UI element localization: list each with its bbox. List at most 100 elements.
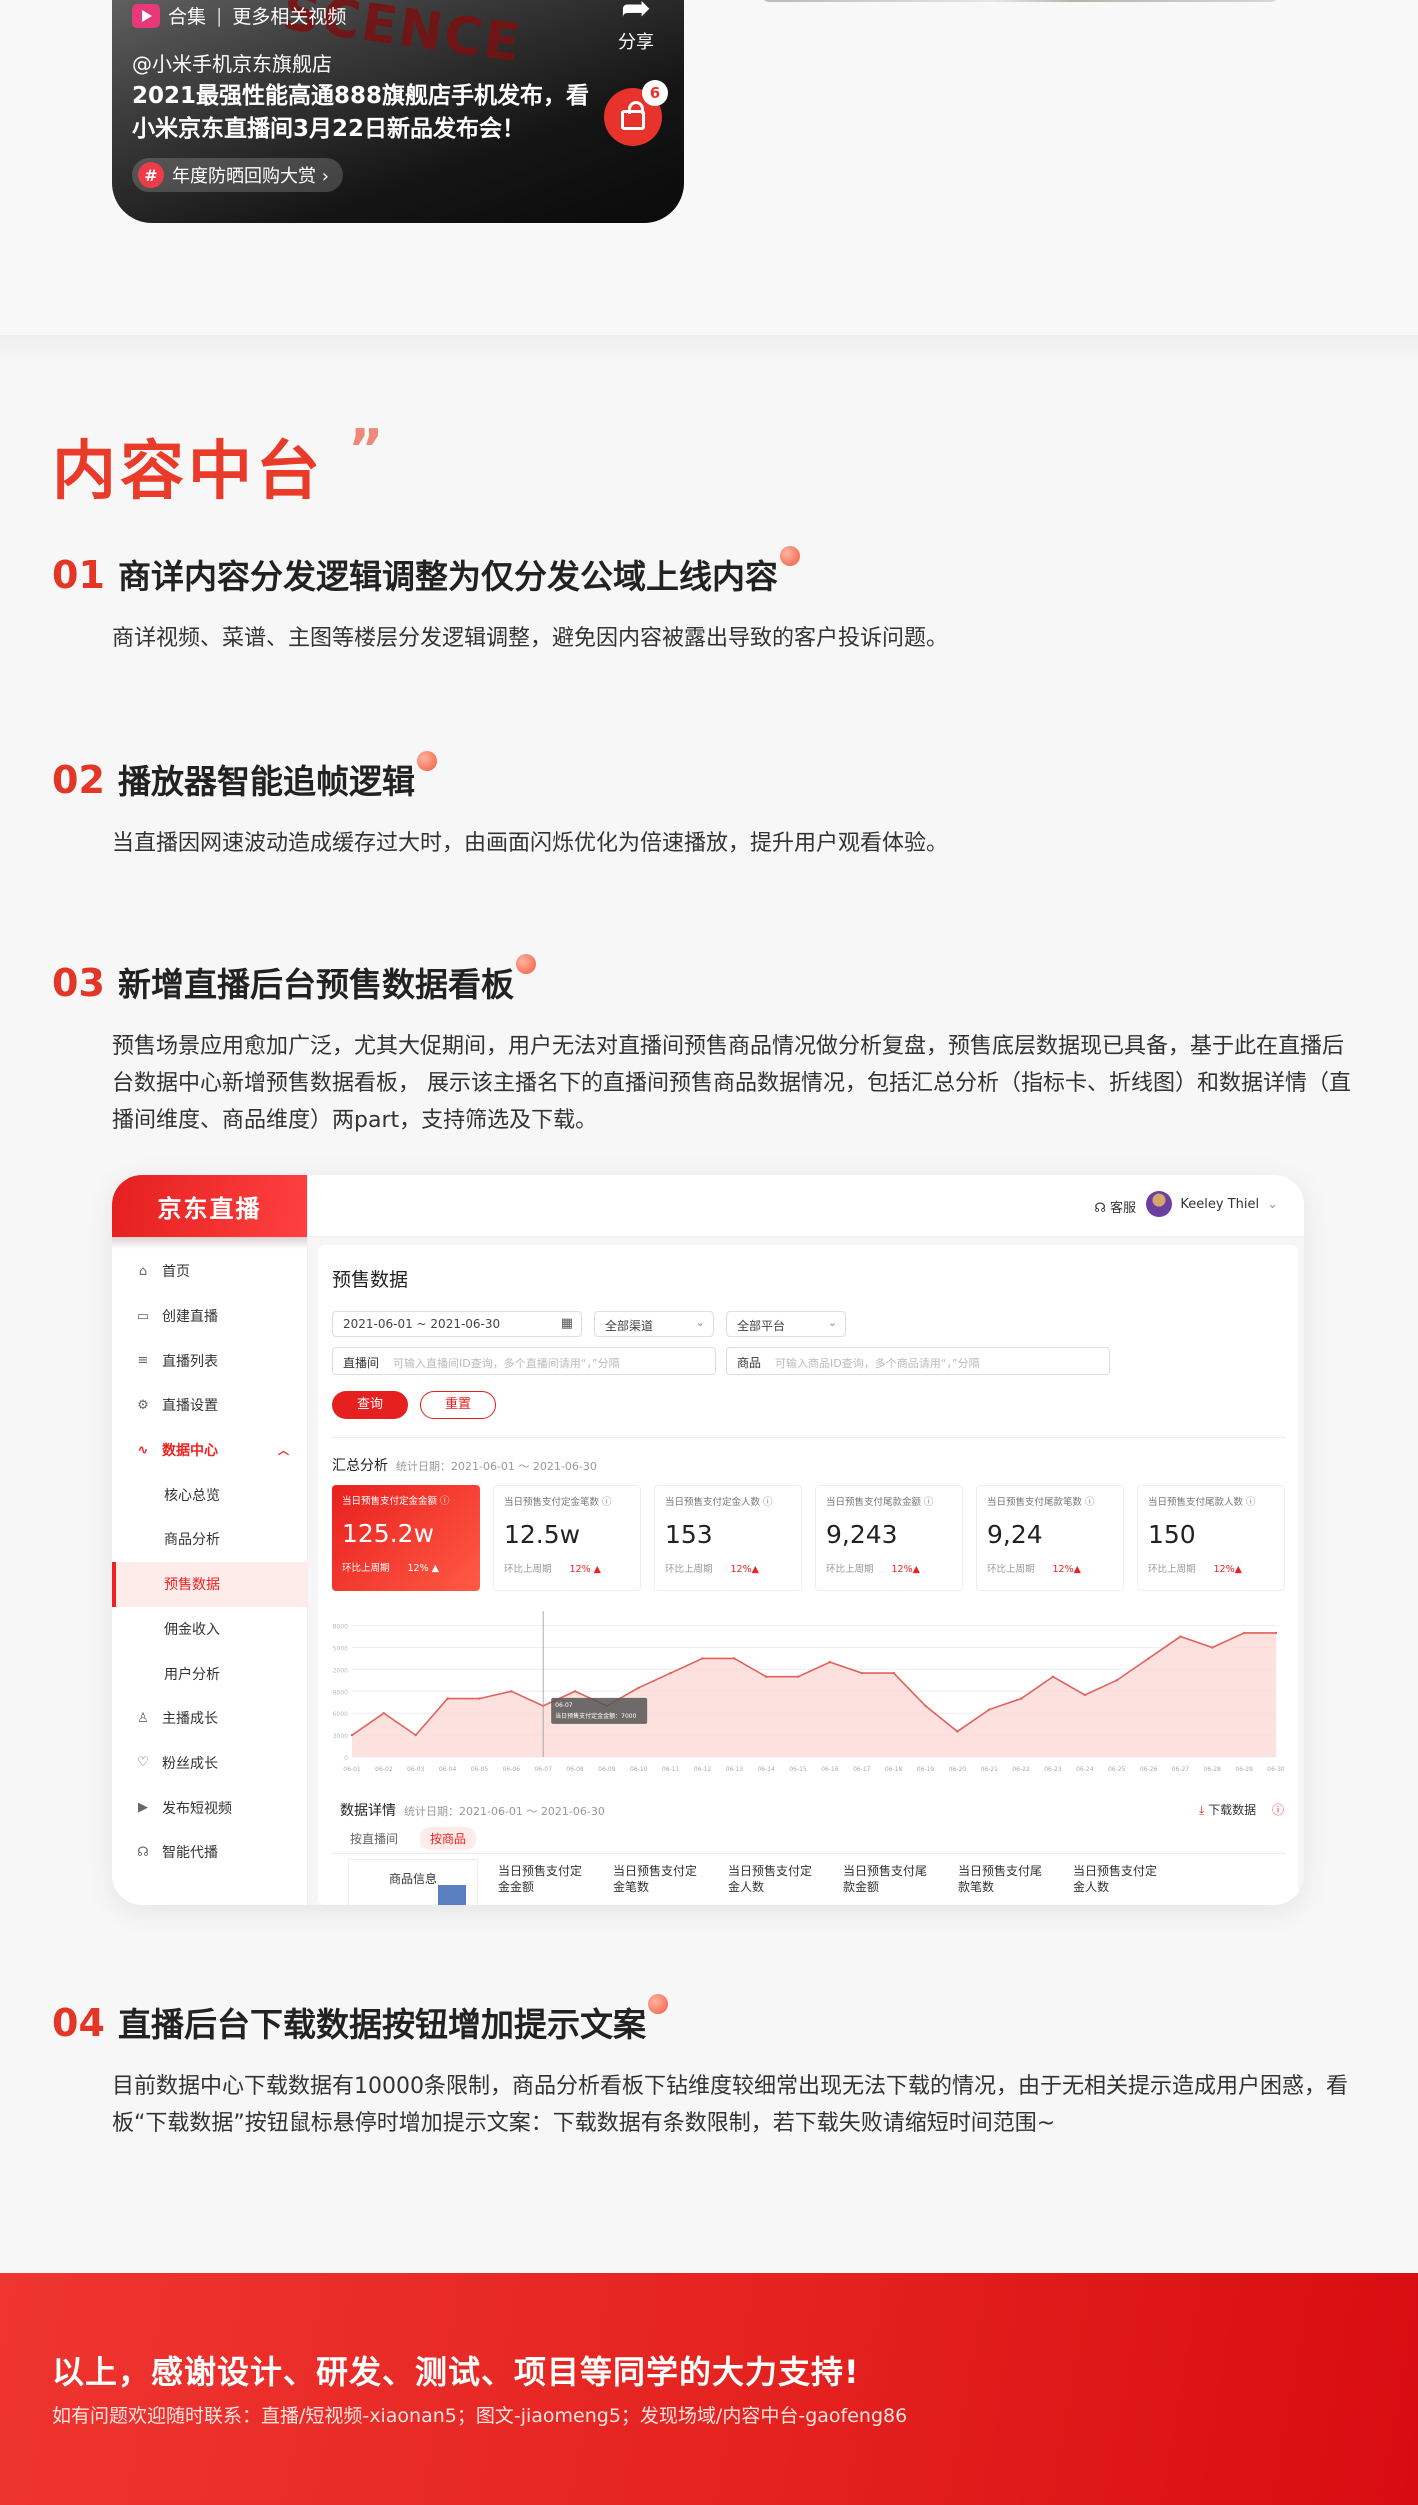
presale-panel: 预售数据 2021-06-01 ~ 2021-06-30 ▦ 全部渠道 ⌄ 全部… [318, 1245, 1298, 1905]
room-id-input[interactable]: 直播间 可输入直播间ID查询，多个直播间请用“，”分隔 [332, 1347, 716, 1375]
x-tick-label: 06-14 [757, 1766, 775, 1773]
sidebar-item[interactable]: ∿ 数据中心 ︿ [112, 1428, 307, 1473]
sidebar-item-label: 用户分析 [164, 1666, 220, 1683]
data-point [924, 1704, 927, 1708]
reset-button[interactable]: 重置 [420, 1391, 496, 1419]
kpi-value: 153 [665, 1520, 713, 1549]
kpi-card[interactable]: 当日预售支付定金人数 ⓘ 153 环比上周期 12%▲ [654, 1485, 802, 1591]
kpi-value: 12.5w [504, 1520, 581, 1549]
data-point [733, 1657, 736, 1660]
collection-chip[interactable]: 合集 | 更多相关视频 [132, 2, 346, 29]
shopping-bag-button[interactable]: 6 [604, 80, 668, 146]
item-header: 04 直播后台下载数据按钮增加提示文案 [52, 1994, 1362, 2046]
sidebar-item[interactable]: ▭ 创建直播 [112, 1294, 307, 1339]
tab-by-goods[interactable]: 按商品 [420, 1827, 477, 1850]
customer-service-link[interactable]: ☊ 客服 [1094, 1197, 1136, 1216]
topic-chip[interactable]: # 年度防晒回购大赏 › [132, 158, 343, 192]
kpi-value: 150 [1148, 1520, 1196, 1549]
sidebar-item[interactable]: ☊ 智能代播 [112, 1830, 307, 1875]
collection-label: 合集 [168, 6, 207, 28]
kpi-change: 12% ▲ [569, 1564, 601, 1575]
y-tick-label: 12000 [332, 1667, 348, 1674]
kpi-change: 12%▲ [1213, 1564, 1242, 1575]
channel-select[interactable]: 全部渠道 ⌄ [594, 1311, 714, 1337]
tab-by-room[interactable]: 按直播间 [340, 1827, 408, 1850]
dashboard-sidebar: 京东直播 ⌂ 首页 ▭ 创建直播 ≡ 直播列表 ⚙ 直播设置 ∿ 数据中心 ︿ 核心总览 商品分析 预售数… [112, 1175, 308, 1905]
y-tick-label: 9000 [333, 1689, 348, 1696]
sidebar-item-label: 首页 [162, 1264, 190, 1281]
x-tick-label: 06-21 [981, 1766, 999, 1773]
play-icon [132, 3, 160, 28]
sidebar-item[interactable]: ⌂ 首页 [112, 1249, 307, 1294]
presale-line-chart[interactable]: 0 3000 6000 9000 12000 15000 18000 06-01 06-02 06… [332, 1605, 1286, 1787]
download-data-button[interactable]: ⤓ 下载数据 ⓘ [1199, 1801, 1284, 1818]
data-point [956, 1730, 959, 1733]
sidebar-item[interactable]: ♙ 主播成长 [112, 1696, 307, 1741]
x-tick-label: 06-27 [1172, 1766, 1190, 1773]
date-range-picker[interactable]: 2021-06-01 ~ 2021-06-30 ▦ [332, 1311, 582, 1337]
x-tick-label: 06-13 [726, 1766, 744, 1773]
kpi-card[interactable]: 当日预售支付定金金额 ⓘ 125.2w 环比上周期 12% ▲ [332, 1485, 480, 1591]
author-handle[interactable]: @小米手机京东旗舰店 [132, 48, 332, 77]
sidebar-item[interactable]: 商品分析 [112, 1517, 307, 1562]
footer-title: 以上，感谢设计、研发、测试、项目等同学的大力支持! [52, 2353, 860, 2391]
summary-title: 汇总分析 统计日期：2021-06-01 ～ 2021-06-30 [332, 1455, 597, 1475]
help-icon: ⓘ [1271, 1803, 1284, 1817]
download-icon: ⤓ [1199, 1803, 1205, 1817]
detail-title-text: 数据详情 [340, 1803, 396, 1819]
data-point [765, 1675, 768, 1678]
video-card[interactable]: SCENCE 合集 | 更多相关视频 ➦ 分享 @小米手机京东旗舰店 2021最… [112, 0, 684, 223]
x-tick-label: 06-04 [439, 1766, 457, 1773]
item-number: 03 [52, 961, 105, 1005]
kpi-label: 当日预售支付定金笔数 ⓘ [504, 1497, 612, 1508]
item-title-text: 新增直播后台预售数据看板 [118, 965, 514, 1004]
accent-dot [648, 1994, 668, 2014]
kpi-card[interactable]: 当日预售支付尾款金额 ⓘ 9,243 环比上周期 12%▲ [815, 1485, 963, 1591]
share-button[interactable]: ➦ 分享 [618, 0, 654, 54]
summary-title-text: 汇总分析 [332, 1458, 388, 1474]
kpi-change: 12%▲ [891, 1564, 920, 1575]
sidebar-item[interactable]: ♡ 粉丝成长 [112, 1741, 307, 1786]
x-tick-label: 06-03 [407, 1766, 425, 1773]
kpi-card[interactable]: 当日预售支付尾款笔数 ⓘ 9,24 环比上周期 12%▲ [976, 1485, 1124, 1591]
kpi-label: 当日预售支付尾款笔数 ⓘ [987, 1497, 1095, 1508]
sidebar-item[interactable]: 核心总览 [112, 1472, 307, 1517]
data-point [1211, 1646, 1214, 1649]
sidebar-item-label: 主播成长 [162, 1711, 218, 1728]
goods-label: 商品 [737, 1356, 762, 1370]
jd-live-logo[interactable]: 京东直播 [112, 1175, 307, 1237]
table-header-cell: 当日预售支付定金人数 [1073, 1864, 1158, 1894]
divider [332, 1437, 1286, 1438]
footer-contacts: 如有问题欢迎随时联系：直播/短视频-xiaonan5；图文-jiaomeng5；… [52, 2405, 908, 2427]
sidebar-item[interactable]: ▶ 发布短视频 [112, 1785, 307, 1830]
nav-icon: ☊ [137, 1844, 149, 1860]
x-tick-label: 06-02 [375, 1766, 393, 1773]
sidebar-item[interactable]: 佣金收入 [112, 1607, 307, 1652]
chevron-up-icon: ︿ [278, 1444, 289, 1458]
item-description: 商详视频、菜谱、主图等楼层分发逻辑调整，避免因内容被露出导致的客户投诉问题。 [112, 626, 949, 651]
goods-id-input[interactable]: 商品 可输入商品ID查询，多个商品请用“，”分隔 [726, 1347, 1110, 1375]
kpi-compare-label: 环比上周期 [826, 1564, 874, 1575]
x-tick-label: 06-28 [1204, 1766, 1222, 1773]
accent-dot [780, 546, 800, 566]
sidebar-item[interactable]: 用户分析 [112, 1651, 307, 1696]
kpi-compare: 环比上周期 12% ▲ [504, 1561, 630, 1575]
nav-icon: ♡ [137, 1755, 149, 1771]
sidebar-item[interactable]: 预售数据 [112, 1561, 307, 1607]
query-button[interactable]: 查询 [332, 1391, 408, 1419]
sidebar-item-label: 智能代播 [162, 1845, 218, 1862]
sidebar-item-label: 发布短视频 [162, 1800, 232, 1817]
sidebar-item-label: 直播设置 [162, 1398, 218, 1415]
user-menu[interactable]: Keeley Thiel ⌄ [1146, 1191, 1278, 1217]
kpi-card[interactable]: 当日预售支付定金笔数 ⓘ 12.5w 环比上周期 12% ▲ [493, 1485, 641, 1591]
kpi-card[interactable]: 当日预售支付尾款人数 ⓘ 150 环比上周期 12%▲ [1137, 1485, 1285, 1591]
item-number: 04 [52, 2001, 105, 2045]
x-tick-label: 06-26 [1140, 1766, 1158, 1773]
data-point [1179, 1635, 1182, 1638]
sidebar-item[interactable]: ≡ 直播列表 [112, 1338, 307, 1383]
sidebar-item-label: 数据中心 [162, 1443, 218, 1460]
sidebar-item-label: 核心总览 [164, 1487, 220, 1504]
sidebar-item[interactable]: ⚙ 直播设置 [112, 1383, 307, 1428]
platform-select[interactable]: 全部平台 ⌄ [726, 1311, 846, 1337]
share-label: 分享 [618, 32, 654, 53]
